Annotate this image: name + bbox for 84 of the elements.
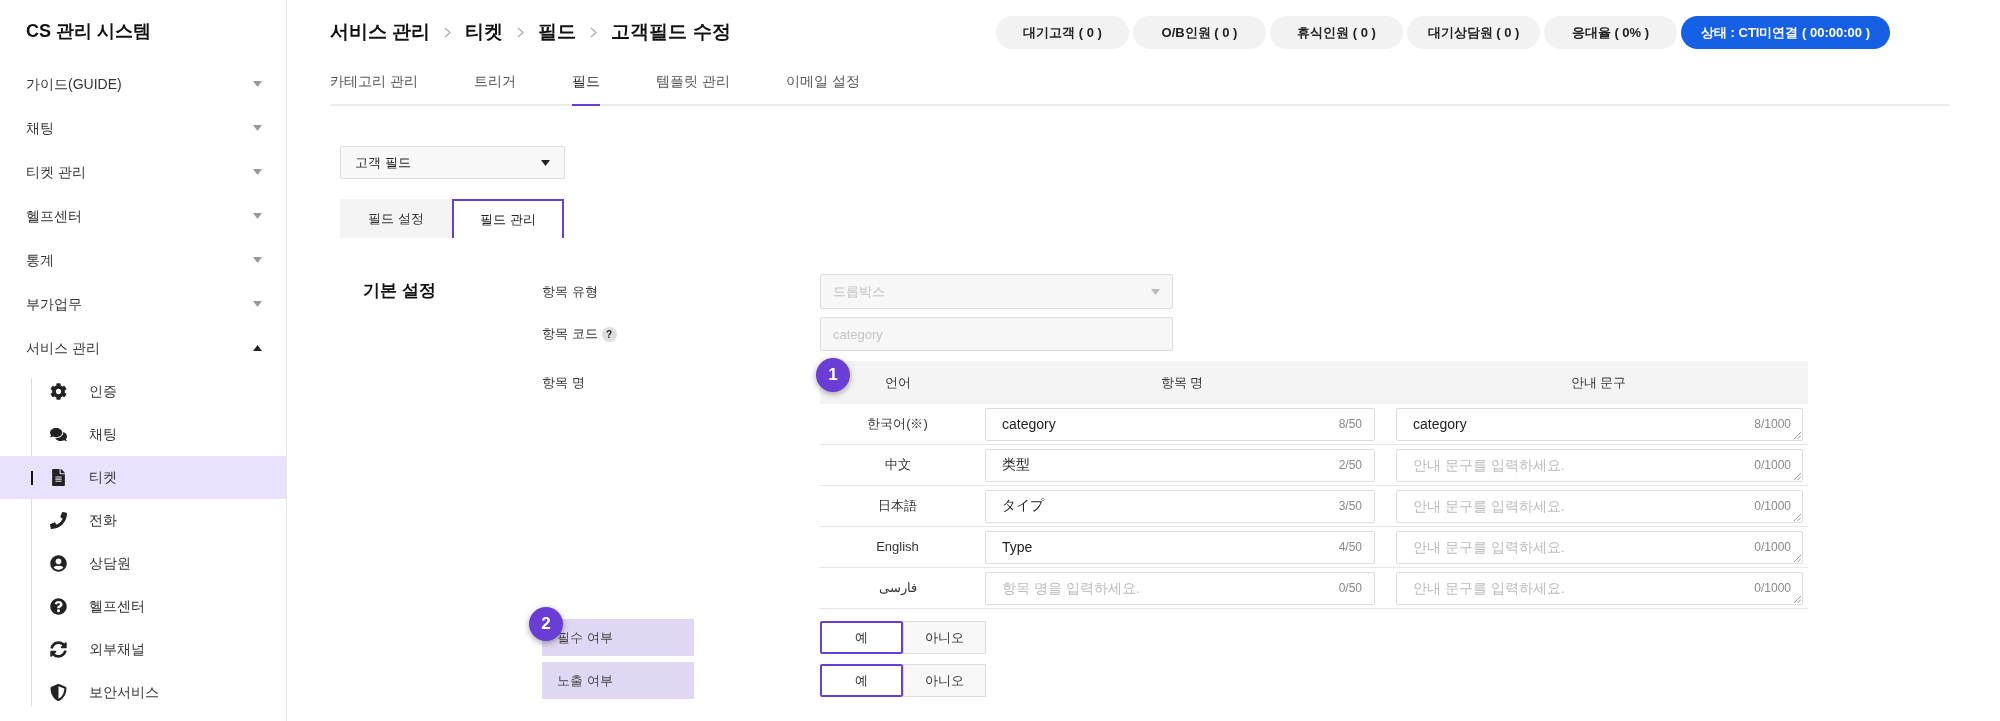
field-type-dropdown[interactable]: 고객 필드	[340, 146, 565, 179]
char-counter: 8/1000	[1754, 416, 1791, 431]
char-counter: 2/50	[1338, 457, 1362, 472]
breadcrumb-chevron-icon	[590, 27, 598, 38]
status-pill: 대기상담원 ( 0 )	[1406, 16, 1540, 49]
section-title: 기본 설정	[363, 281, 436, 300]
shield-icon	[50, 684, 67, 701]
cycle-icon	[50, 641, 67, 658]
breadcrumb-item[interactable]: 서비스 관리	[330, 18, 431, 47]
choice-button[interactable]: 예	[820, 621, 903, 654]
expand-caret-icon	[253, 81, 262, 87]
expand-caret-icon	[253, 125, 262, 131]
app-title: CS 관리 시스템	[26, 19, 151, 43]
nav-tab[interactable]: 이메일 설정	[785, 71, 860, 106]
phone-icon	[50, 512, 67, 529]
document-icon	[50, 469, 67, 486]
language-cell-text: 한국어(※)	[866, 415, 929, 434]
sidebar-subitem[interactable]: 인증	[0, 370, 286, 413]
person-icon	[50, 555, 67, 572]
language-cell-text: 日本語	[877, 497, 918, 516]
sidebar-item[interactable]: 부가업무	[0, 282, 286, 326]
chat-bubbles-icon	[50, 426, 67, 443]
collapse-caret-icon	[253, 345, 262, 351]
status-pill: 휴식인원 ( 0 )	[1269, 16, 1403, 49]
status-pill: 대기고객 ( 0 )	[995, 16, 1129, 49]
char-counter: 4/50	[1338, 539, 1362, 554]
language-cell-text: فارسی	[877, 579, 918, 598]
choice-button[interactable]: 아니오	[903, 664, 986, 697]
char-counter: 8/50	[1338, 416, 1362, 431]
nav-tab[interactable]: 카테고리 관리	[330, 71, 418, 106]
sub-tab[interactable]: 필드 관리	[452, 199, 564, 238]
sidebar-subitem[interactable]: 보안서비스	[0, 671, 286, 714]
expand-caret-icon	[253, 257, 262, 263]
status-pill: O/B인원 ( 0 )	[1132, 16, 1266, 49]
sidebar-subitem[interactable]: 외부채널	[0, 628, 286, 671]
resize-handle-icon[interactable]	[1794, 472, 1801, 480]
char-counter: 0/1000	[1754, 498, 1791, 513]
resize-handle-icon[interactable]	[1794, 595, 1801, 603]
breadcrumb-item[interactable]: 티켓	[465, 18, 504, 47]
sidebar-subitem[interactable]: 티켓	[0, 456, 286, 499]
resize-handle-icon[interactable]	[1794, 513, 1801, 521]
breadcrumb-chevron-icon	[517, 27, 525, 38]
nav-tab[interactable]: 트리거	[473, 71, 516, 106]
resize-handle-icon[interactable]	[1794, 554, 1801, 562]
status-pill: 응대율 ( 0% )	[1543, 16, 1677, 49]
nav-tab[interactable]: 필드	[571, 71, 600, 106]
char-counter: 0/1000	[1754, 580, 1791, 595]
field-label: 항목 유형	[542, 282, 599, 301]
sidebar-item[interactable]: 채팅	[0, 106, 286, 150]
field-label: 항목 명	[542, 373, 585, 392]
char-counter: 3/50	[1338, 498, 1362, 513]
step-badge: 1	[816, 358, 850, 392]
expand-caret-icon	[253, 169, 262, 175]
language-cell-text: English	[875, 538, 920, 557]
toggle-label: 노출 여부	[542, 662, 694, 699]
sidebar-subitem[interactable]: 전화	[0, 499, 286, 542]
expand-caret-icon	[253, 213, 262, 219]
breadcrumb-chevron-icon	[444, 27, 452, 38]
choice-button[interactable]: 아니오	[903, 621, 986, 654]
question-icon	[50, 598, 67, 615]
sidebar-subitem[interactable]: 헬프센터	[0, 585, 286, 628]
expand-caret-icon	[253, 301, 262, 307]
resize-handle-icon[interactable]	[1794, 431, 1801, 439]
dropdown-caret-icon	[541, 159, 550, 166]
breadcrumb-item: 고객필드 수정	[611, 20, 731, 45]
choice-button[interactable]: 예	[820, 664, 903, 697]
char-counter: 0/50	[1338, 580, 1362, 595]
char-counter: 0/1000	[1754, 539, 1791, 554]
sidebar-subitem[interactable]: 상담원	[0, 542, 286, 585]
breadcrumb-item[interactable]: 필드	[538, 18, 577, 47]
sidebar-item[interactable]: 티켓 관리	[0, 150, 286, 194]
sidebar-item[interactable]: 가이드(GUIDE)	[0, 62, 286, 106]
sidebar-item[interactable]: 통계	[0, 238, 286, 282]
gear-icon	[50, 383, 67, 400]
nav-tab[interactable]: 템플릿 관리	[655, 71, 730, 106]
sidebar-item[interactable]: 서비스 관리	[0, 326, 286, 370]
sidebar-item[interactable]: 헬프센터	[0, 194, 286, 238]
status-pill: 상태 : CTI미연결 ( 00:00:00 )	[1680, 16, 1890, 49]
field-label: 항목 코드	[542, 325, 598, 344]
char-counter: 0/1000	[1754, 457, 1791, 472]
sub-tab[interactable]: 필드 설정	[340, 199, 452, 238]
dropdown-caret-icon	[1151, 288, 1160, 295]
sidebar-subitem[interactable]: 채팅	[0, 413, 286, 456]
language-cell-text: 中文	[883, 456, 912, 475]
